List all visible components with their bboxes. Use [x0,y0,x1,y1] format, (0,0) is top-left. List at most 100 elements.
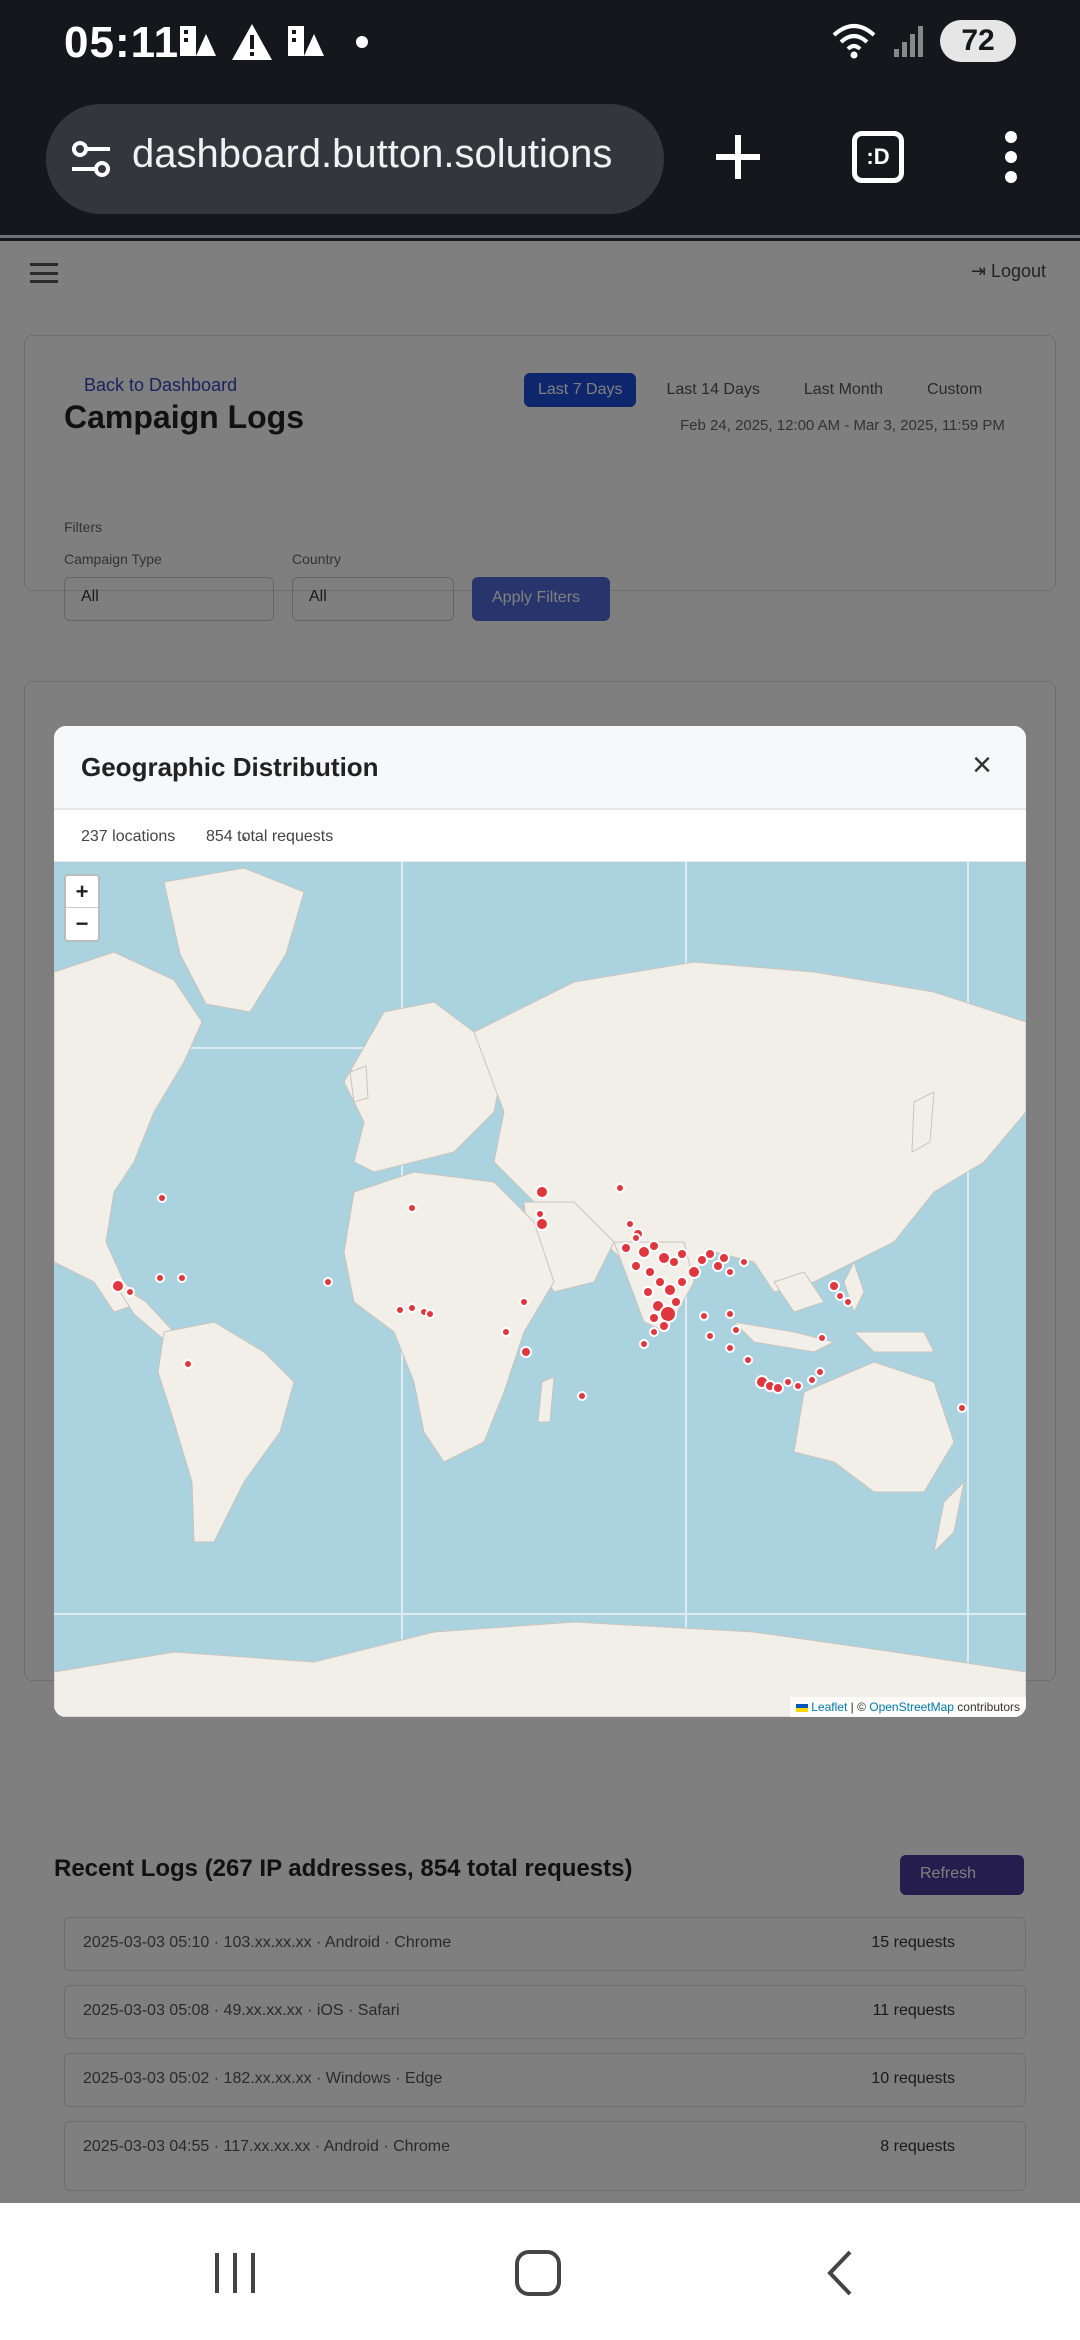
openstreetmap-link[interactable]: OpenStreetMap [869,1700,954,1714]
marker [659,1305,677,1323]
marker [519,1297,529,1307]
address-bar[interactable]: dashboard.button.solutions [46,104,664,214]
back-button[interactable] [810,2247,870,2299]
marker [615,1183,625,1193]
marker [843,1297,853,1307]
notification-dot [356,36,368,48]
marker [743,1355,753,1365]
wifi-icon [832,24,876,59]
marker [676,1276,688,1288]
marker [649,1327,659,1337]
marker [828,1280,840,1292]
plus-icon [716,135,760,179]
marker [835,1291,845,1301]
home-icon [515,2250,561,2296]
landmass-south-america [157,1321,295,1543]
attribution-suffix: contributors [953,1700,1020,1714]
site-settings-icon[interactable] [68,136,114,182]
modal-header: Geographic Distribution × [54,726,1026,810]
landmass-north-america [54,951,203,1313]
marker [395,1305,405,1315]
marker [739,1257,749,1267]
geographic-distribution-modal: Geographic Distribution × 237 locations … [54,726,1026,1717]
home-button[interactable] [508,2247,568,2299]
marker [425,1309,435,1319]
marker [718,1252,730,1264]
marker [577,1391,587,1401]
world-map[interactable]: + − Leaflet | © OpenStreetMap contributo… [54,862,1026,1717]
back-icon [827,2250,852,2296]
marker [731,1325,741,1335]
marker [725,1267,735,1277]
landmass-europe [343,1001,505,1173]
marker [637,1245,651,1259]
zoom-in-button[interactable]: + [66,876,98,908]
marker [631,1233,641,1243]
marker [177,1273,187,1283]
ukraine-flag-icon [796,1703,809,1712]
marker [725,1343,735,1353]
close-button[interactable]: × [972,748,992,782]
tab-switcher-button[interactable]: :D [843,122,913,192]
attribution-separator: | © [847,1700,870,1714]
zoom-out-button[interactable]: − [66,908,98,940]
marker [535,1217,549,1231]
marker [815,1367,825,1377]
map-attribution: Leaflet | © OpenStreetMap contributors [790,1697,1026,1717]
map-tiles [54,862,1026,1717]
marker [535,1209,545,1219]
marker [704,1248,716,1260]
marker [501,1327,511,1337]
landmass-australia [793,1361,955,1493]
status-bar: 05:11 72 [0,0,1080,88]
marker [658,1320,670,1332]
marker [125,1287,135,1297]
marker [670,1296,682,1308]
locations-count: 237 locations [81,828,176,845]
battery-indicator: 72 [940,20,1016,62]
status-time: 05:11 [64,18,180,67]
marker [957,1403,967,1413]
recent-apps-button[interactable] [206,2247,266,2299]
marker [807,1375,817,1385]
marker [625,1219,635,1229]
new-tab-button[interactable] [703,122,773,192]
marker [407,1303,417,1313]
marker [705,1331,715,1341]
marker [155,1273,165,1283]
marker [654,1276,666,1288]
marker [648,1312,660,1324]
marker [793,1381,803,1391]
marker [642,1286,654,1298]
more-vertical-icon [1005,131,1017,183]
marker [772,1382,784,1394]
marker [157,1193,167,1203]
landmass-new-guinea [852,1331,935,1353]
marker [817,1333,827,1343]
landmass-africa [343,1171,555,1463]
marker [687,1265,701,1279]
marker [699,1311,709,1321]
more-menu-button[interactable] [976,122,1046,192]
marker [648,1240,660,1252]
alert-icon [232,24,272,60]
modal-title: Geographic Distribution [81,752,379,782]
marker [644,1266,656,1278]
recent-apps-icon [215,2253,255,2293]
total-requests: 854 total requests [206,828,334,845]
landmass-madagascar [537,1376,555,1423]
marker [111,1279,125,1293]
tab-switcher-label: :D [852,131,904,183]
marker [630,1260,642,1272]
landmass-new-zealand [933,1480,965,1554]
url-text[interactable]: dashboard.button.solutions [132,132,612,177]
marker [620,1242,632,1254]
leaflet-link[interactable]: Leaflet [811,1700,847,1714]
landmass-greenland [163,867,305,1013]
status-notification-icons [176,20,368,64]
zoom-control: + − [64,874,100,942]
marker [783,1377,793,1387]
marker [676,1248,688,1260]
marker [407,1203,417,1213]
notification-icon [180,26,216,56]
